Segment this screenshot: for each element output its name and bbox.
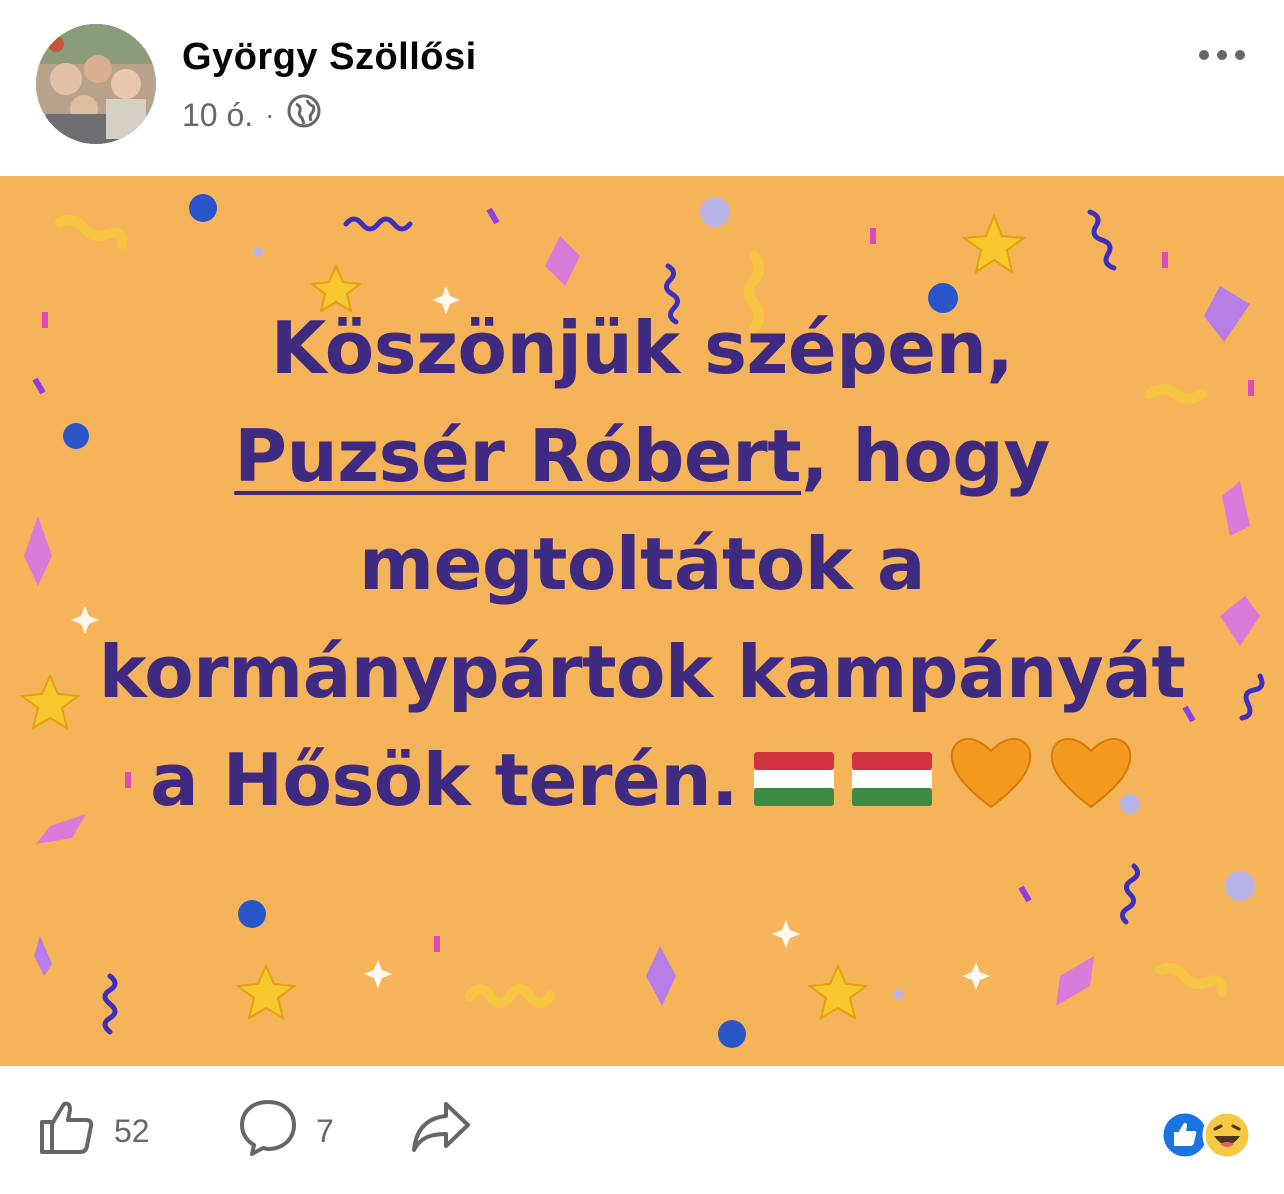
post-time[interactable]: 10 ó. (182, 97, 253, 134)
post-meta: 10 ó. · (182, 94, 321, 136)
more-options-icon[interactable] (1194, 40, 1254, 70)
meta-separator: · (265, 99, 275, 130)
comment-button[interactable]: 7 (238, 1098, 334, 1164)
orange-heart-icon (948, 731, 1034, 840)
author-name[interactable]: György Szöllősi (182, 36, 477, 79)
post-image[interactable]: Köszönjük szépen, Puzsér Róbert, hogy me… (0, 176, 1284, 1066)
haha-reaction-icon (1202, 1110, 1252, 1165)
post-header: György Szöllősi 10 ó. · (0, 0, 1284, 176)
post-text-before: Köszönjük szépen, (270, 306, 1014, 390)
post-text: Köszönjük szépen, Puzsér Róbert, hogy me… (80, 294, 1204, 840)
reaction-summary[interactable] (1160, 1110, 1252, 1165)
share-arrow-icon (410, 1098, 472, 1164)
like-count: 52 (114, 1112, 150, 1149)
orange-heart-icon (1048, 731, 1134, 840)
share-button[interactable] (410, 1098, 472, 1164)
like-button[interactable]: 52 (38, 1098, 150, 1164)
thumbs-up-icon (38, 1098, 96, 1164)
mention-link[interactable]: Puzsér Róbert (234, 414, 801, 498)
comment-count: 7 (316, 1112, 334, 1149)
globe-icon (287, 94, 321, 136)
author-avatar[interactable] (36, 24, 156, 144)
hungarian-flag-icon (850, 731, 934, 839)
post-footer (0, 1066, 1284, 1194)
comment-bubble-icon (238, 1098, 298, 1164)
hungarian-flag-icon (752, 731, 836, 839)
